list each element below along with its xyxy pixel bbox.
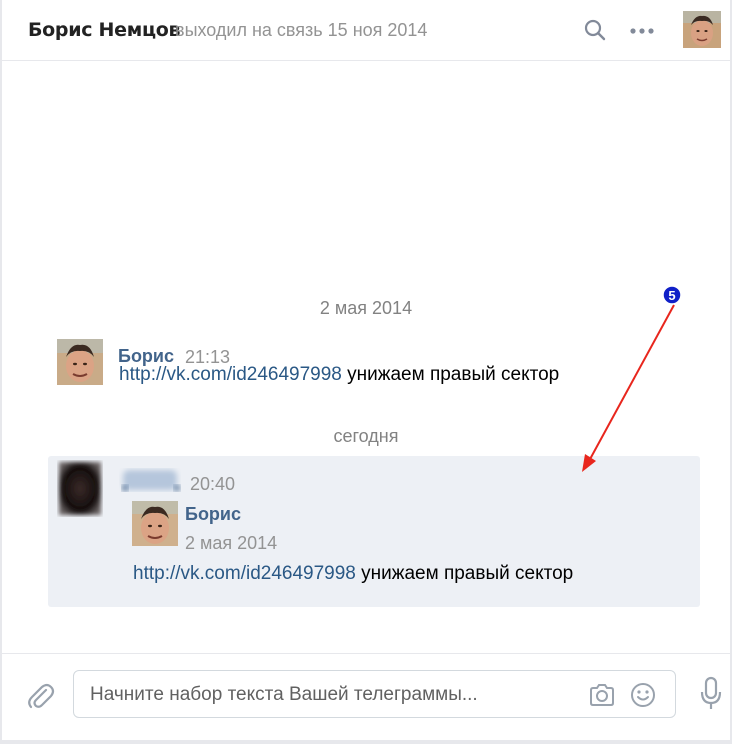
sender-name-blurred [119,464,181,494]
sender-avatar-blurred[interactable] [57,460,103,517]
message-composer [2,653,730,744]
bottom-border [2,740,730,744]
message-input-box[interactable] [73,670,676,718]
message-body: унижаем правый сектор [355,563,574,584]
contact-name[interactable]: Борис Немцов [28,19,181,41]
contact-avatar[interactable] [683,11,721,48]
smile-icon[interactable] [629,681,657,709]
message-input[interactable] [90,683,570,707]
paperclip-icon[interactable] [25,681,55,711]
message-body: унижаем правый сектор [341,364,560,385]
more-icon[interactable] [628,24,656,38]
message-time[interactable]: 20:40 [190,474,235,495]
forwarded-date[interactable]: 2 мая 2014 [185,533,277,554]
message-text: http://vk.com/id246497998 унижаем правый… [119,364,559,386]
search-icon[interactable] [583,18,607,42]
message-link[interactable]: http://vk.com/id246497998 [119,364,342,385]
forwarded-sender-avatar[interactable] [132,501,178,546]
date-separator: 2 мая 2014 [319,298,413,318]
message-link[interactable]: http://vk.com/id246497998 [133,563,356,584]
date-separator: сегодня [333,426,399,446]
last-seen-status: выходил на связь 15 ноя 2014 [175,20,428,40]
forwarded-message-text: http://vk.com/id246497998 унижаем правый… [133,563,573,585]
sender-avatar[interactable] [57,339,103,385]
microphone-icon[interactable] [699,676,723,712]
camera-icon[interactable] [588,682,616,708]
chat-header: Борис Немцов выходил на связь 15 ноя 201… [2,0,730,61]
forwarded-sender[interactable]: Борис [185,504,241,525]
chat-window: Борис Немцов выходил на связь 15 ноя 201… [0,0,732,744]
